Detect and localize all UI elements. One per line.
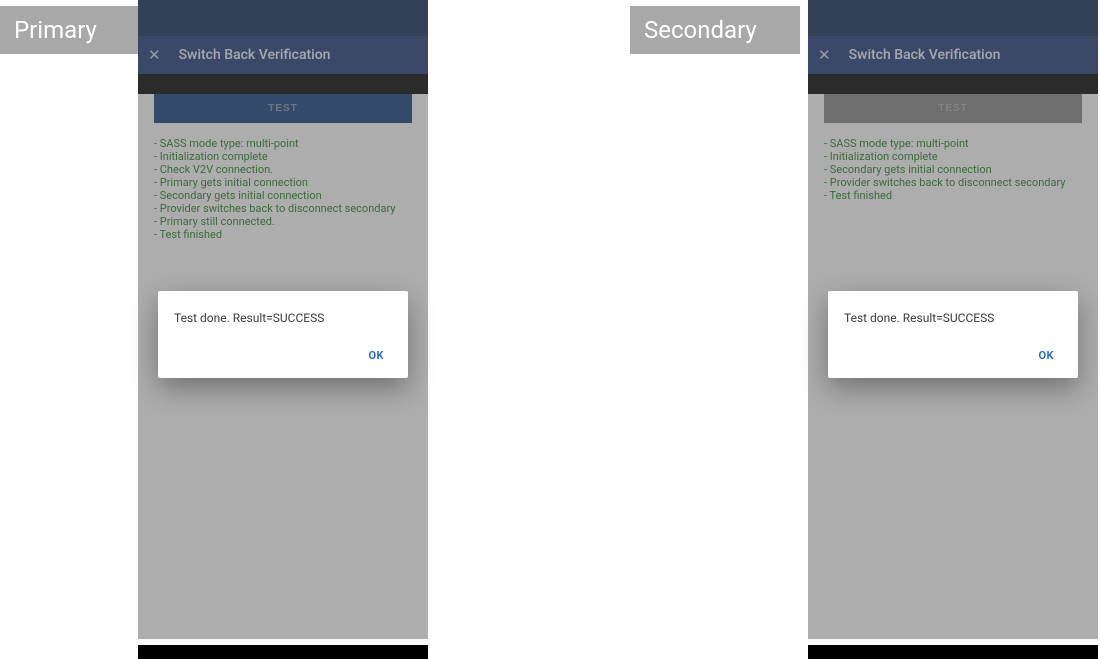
dialog-message: Test done. Result=SUCCESS (844, 311, 1062, 325)
test-button[interactable]: TEST (154, 94, 412, 123)
dialog-actions: OK (844, 343, 1062, 368)
ok-button[interactable]: OK (1030, 343, 1062, 368)
status-bar (808, 0, 1098, 36)
status-bar (138, 0, 428, 36)
appbar-title: Switch Back Verification (849, 47, 1001, 63)
result-dialog: Test done. Result=SUCCESS OK (828, 291, 1078, 378)
test-button[interactable]: TEST (824, 94, 1082, 123)
log-line: - Secondary gets initial connection (154, 189, 412, 202)
log-line: - Initialization complete (154, 150, 412, 163)
dialog-actions: OK (174, 343, 392, 368)
app-bar: ✕ Switch Back Verification (808, 36, 1098, 74)
secondary-tag: Secondary (630, 6, 800, 54)
log-line: - Provider switches back to disconnect s… (824, 176, 1082, 189)
log-line: - SASS mode type: multi-point (154, 137, 412, 150)
log-line: - Check V2V connection. (154, 163, 412, 176)
nav-bar (808, 645, 1098, 659)
log-line: - Provider switches back to disconnect s… (154, 202, 412, 215)
primary-phone: ✕ Switch Back Verification TEST - SASS m… (138, 0, 428, 639)
log-line: - Test finished (824, 189, 1082, 202)
close-icon[interactable]: ✕ (818, 48, 831, 63)
app-bar: ✕ Switch Back Verification (138, 36, 428, 74)
appbar-title: Switch Back Verification (179, 47, 331, 63)
secondary-phone: ✕ Switch Back Verification TEST - SASS m… (808, 0, 1098, 639)
dialog-message: Test done. Result=SUCCESS (174, 311, 392, 325)
log-line: - Primary still connected. (154, 215, 412, 228)
primary-log: - SASS mode type: multi-point - Initiali… (154, 137, 412, 241)
primary-tag: Primary (0, 6, 138, 54)
secondary-log: - SASS mode type: multi-point - Initiali… (824, 137, 1082, 202)
close-icon[interactable]: ✕ (148, 48, 161, 63)
log-line: - Test finished (154, 228, 412, 241)
result-dialog: Test done. Result=SUCCESS OK (158, 291, 408, 378)
ok-button[interactable]: OK (360, 343, 392, 368)
log-line: - Secondary gets initial connection (824, 163, 1082, 176)
log-line: - SASS mode type: multi-point (824, 137, 1082, 150)
log-line: - Primary gets initial connection (154, 176, 412, 189)
nav-bar (138, 645, 428, 659)
log-line: - Initialization complete (824, 150, 1082, 163)
